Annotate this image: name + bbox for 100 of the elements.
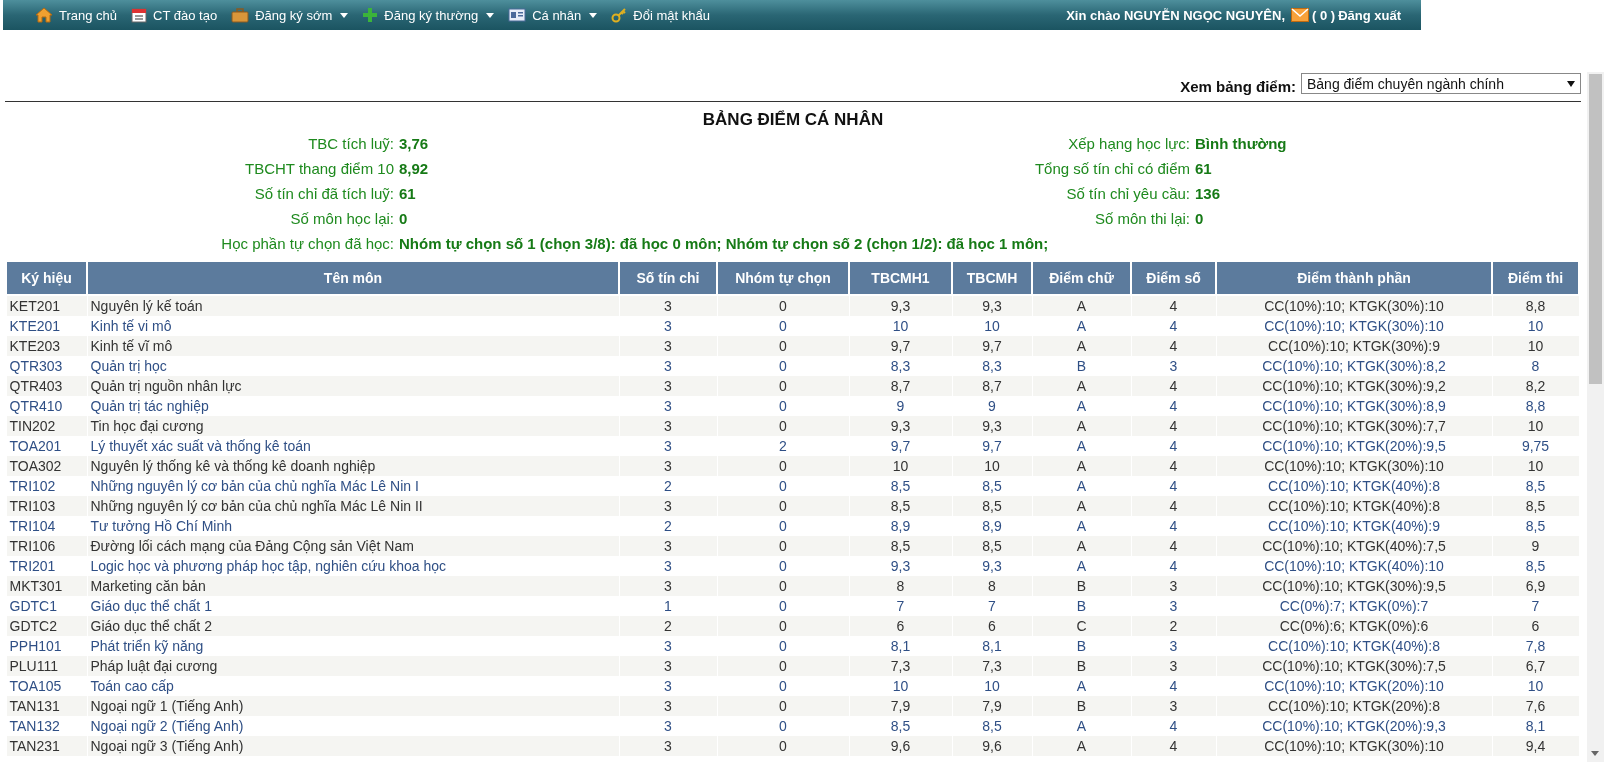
table-cell: 3 xyxy=(619,396,717,416)
caret-icon[interactable] xyxy=(589,12,598,18)
table-cell: 8,9 xyxy=(849,516,952,536)
table-cell: 0 xyxy=(717,336,849,356)
table-cell: 3 xyxy=(1131,596,1216,616)
table-cell: 8,3 xyxy=(952,356,1032,376)
table-cell: 9,7 xyxy=(952,336,1032,356)
table-cell: 0 xyxy=(717,556,849,576)
table-cell: 7,3 xyxy=(849,656,952,676)
table-cell: TRI201 xyxy=(6,556,87,576)
table-cell: 10 xyxy=(1492,316,1579,336)
nav-menu-item[interactable]: Đăng ký thường xyxy=(384,7,479,23)
table-cell: 4 xyxy=(1131,496,1216,516)
table-cell: 7,3 xyxy=(952,656,1032,676)
table-cell: 0 xyxy=(717,416,849,436)
table-cell: CC(10%):10; KTGK(30%):8,2 xyxy=(1216,356,1492,376)
table-cell: 6 xyxy=(952,616,1032,636)
mail-icon[interactable] xyxy=(1291,8,1310,22)
summary-label: Số môn học lại: xyxy=(289,209,395,229)
table-cell: 8,8 xyxy=(1492,396,1579,416)
table-cell: 9,7 xyxy=(849,436,952,456)
table-cell: 2 xyxy=(1131,616,1216,636)
table-cell: 0 xyxy=(717,736,849,756)
table-cell: Logic học và phương pháp học tập, nghiên cứu khoa học xyxy=(87,556,619,576)
table-cell: Ngoại ngữ 3 (Tiếng Anh) xyxy=(87,736,619,756)
table-cell: Nguyên lý kế toán xyxy=(87,295,619,316)
table-cell: KTE203 xyxy=(6,336,87,356)
table-cell: 4 xyxy=(1131,536,1216,556)
table-cell: 3 xyxy=(1131,356,1216,376)
summary-label: Số tín chỉ đã tích luỹ: xyxy=(253,184,395,204)
briefcase-icon xyxy=(231,7,250,23)
summary-label: Xếp hạng học lực: xyxy=(1067,134,1191,154)
table-cell: TOA201 xyxy=(6,436,87,456)
nav-menu-item[interactable]: Cá nhân xyxy=(532,7,582,23)
column-header: Tên môn xyxy=(87,262,619,295)
scrollbar[interactable] xyxy=(1587,72,1604,762)
table-cell: 8 xyxy=(849,576,952,596)
mail-count-link[interactable]: ( 0 ) xyxy=(1312,7,1336,23)
table-cell: 8,2 xyxy=(1492,376,1579,396)
table-cell: A xyxy=(1032,396,1131,416)
table-cell: 10 xyxy=(1492,336,1579,356)
table-cell: 4 xyxy=(1131,476,1216,496)
table-cell: 0 xyxy=(717,516,849,536)
table-cell: TOA105 xyxy=(6,676,87,696)
table-cell: 8,3 xyxy=(849,356,952,376)
table-cell: 8 xyxy=(1492,356,1579,376)
caret-icon[interactable] xyxy=(486,12,495,18)
table-cell: 10 xyxy=(1492,416,1579,436)
column-header: Điểm thành phần xyxy=(1216,262,1492,295)
table-cell: Pháp luật đại cương xyxy=(87,656,619,676)
table-cell: Giáo dục thể chất 1 xyxy=(87,596,619,616)
nav-menu-item[interactable]: Trang chủ xyxy=(59,7,118,23)
table-cell: 4 xyxy=(1131,396,1216,416)
nav-menu-item[interactable]: Đăng ký sớm xyxy=(255,7,333,23)
summary-value: 61 xyxy=(1195,159,1213,179)
table-cell: 4 xyxy=(1131,736,1216,756)
table-cell: A xyxy=(1032,456,1131,476)
table-cell: MKT301 xyxy=(6,576,87,596)
table-cell: CC(10%):10; KTGK(30%):7,5 xyxy=(1216,656,1492,676)
table-cell: 4 xyxy=(1131,716,1216,736)
table-cell: 9,3 xyxy=(952,416,1032,436)
caret-icon[interactable] xyxy=(340,12,349,18)
table-cell: 7 xyxy=(1492,596,1579,616)
view-select[interactable]: Bảng điểm chuyên ngành chính xyxy=(1301,73,1581,94)
table-cell: TAN132 xyxy=(6,716,87,736)
summary-value: 8,92 xyxy=(399,159,430,179)
summary-value: Bình thường xyxy=(1195,134,1288,154)
table-cell: 6,7 xyxy=(1492,656,1579,676)
table-cell: 9,7 xyxy=(952,436,1032,456)
table-cell: Quản trị nguồn nhân lực xyxy=(87,376,619,396)
table-cell: 3 xyxy=(619,636,717,656)
table-cell: 10 xyxy=(1492,456,1579,476)
table-cell: 4 xyxy=(1131,456,1216,476)
table-cell: 3 xyxy=(619,496,717,516)
scroll-down-icon[interactable] xyxy=(1591,751,1599,756)
summary-value: 61 xyxy=(399,184,417,204)
scrollbar-thumb[interactable] xyxy=(1589,74,1602,384)
table-cell: 8,9 xyxy=(952,516,1032,536)
table-cell: 0 xyxy=(717,356,849,376)
summary-value: 3,76 xyxy=(399,134,430,154)
table-cell: 7 xyxy=(952,596,1032,616)
table-cell: 9,3 xyxy=(849,556,952,576)
table-cell: Những nguyên lý cơ bản của chủ nghĩa Mác Lê Nin I xyxy=(87,476,619,496)
nav-menu-item[interactable]: CT đào tạo xyxy=(153,7,218,23)
table-cell: 8,5 xyxy=(952,536,1032,556)
table-cell: 10 xyxy=(952,676,1032,696)
view-select-label: Xem bảng điểm: xyxy=(1180,78,1296,95)
table-cell: 9,6 xyxy=(952,736,1032,756)
logout-link[interactable]: Đăng xuất xyxy=(1338,7,1401,23)
column-header: Điểm chữ xyxy=(1032,262,1131,295)
table-cell: QTR410 xyxy=(6,396,87,416)
table-cell: A xyxy=(1032,316,1131,336)
table-cell: 10 xyxy=(1492,676,1579,696)
table-cell: B xyxy=(1032,596,1131,616)
table-cell: 4 xyxy=(1131,336,1216,356)
nav-menu-item[interactable]: Đổi mật khẩu xyxy=(633,7,710,23)
table-cell: CC(10%):10; KTGK(20%):9,5 xyxy=(1216,436,1492,456)
summary-label: Số tín chỉ yêu cầu: xyxy=(1065,184,1191,204)
table-cell: 6 xyxy=(849,616,952,636)
table-cell: 7 xyxy=(849,596,952,616)
